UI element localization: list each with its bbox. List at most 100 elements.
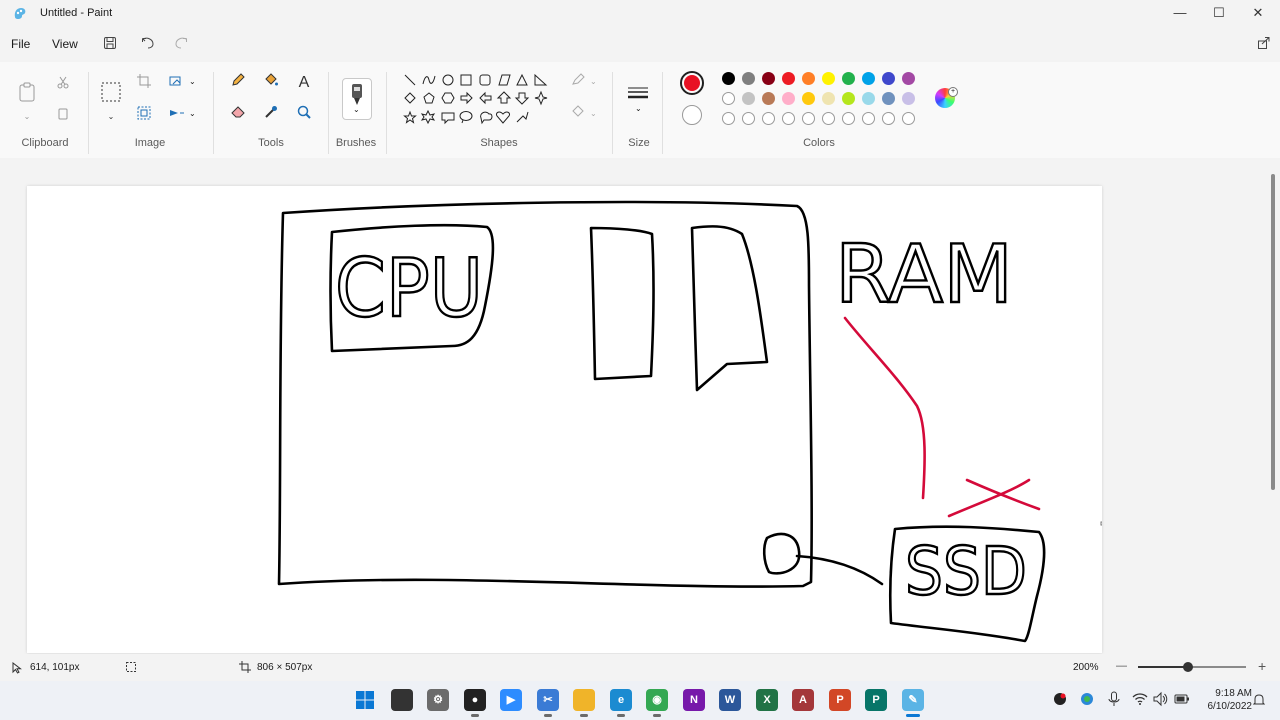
ribbon-divider: [386, 72, 387, 154]
canvas-resize-handle[interactable]: [1100, 521, 1102, 526]
pencil-button[interactable]: [227, 72, 249, 94]
fill-shape-button[interactable]: [567, 104, 589, 126]
custom-color-slot[interactable]: [742, 112, 755, 125]
fill-button[interactable]: [260, 72, 282, 94]
chrome-icon[interactable]: ◉: [646, 689, 668, 711]
color-swatch[interactable]: [762, 92, 775, 105]
crop-button[interactable]: [133, 72, 155, 94]
color-swatch[interactable]: [742, 72, 755, 85]
brushes-button[interactable]: ⌄: [342, 78, 372, 120]
rotate-chevron-icon[interactable]: ⌄: [189, 109, 196, 118]
color-swatch[interactable]: [842, 92, 855, 105]
clock-time[interactable]: 9:18 AM: [1200, 688, 1252, 699]
obs-icon[interactable]: ●: [464, 689, 486, 711]
color-swatch[interactable]: [862, 92, 875, 105]
outline-chevron-icon[interactable]: ⌄: [590, 77, 597, 86]
microphone-icon[interactable]: [1107, 691, 1121, 710]
select-chevron-icon[interactable]: ⌄: [100, 106, 122, 128]
battery-icon[interactable]: [1173, 691, 1191, 710]
zoom-in-button[interactable]: +: [1258, 658, 1266, 674]
color-swatch[interactable]: [762, 72, 775, 85]
settings-icon[interactable]: ⚙: [427, 689, 449, 711]
file-menu[interactable]: File: [11, 37, 30, 51]
vertical-scrollbar[interactable]: [1271, 174, 1275, 490]
color-picker-button[interactable]: [260, 104, 282, 126]
color-swatch[interactable]: [782, 92, 795, 105]
file-explorer-icon[interactable]: [391, 689, 413, 711]
custom-color-slot[interactable]: [882, 112, 895, 125]
color-swatch[interactable]: [862, 72, 875, 85]
select-button[interactable]: [99, 81, 123, 105]
minimize-button[interactable]: —: [1160, 0, 1200, 26]
custom-color-slot[interactable]: [722, 112, 735, 125]
onenote-icon[interactable]: N: [683, 689, 705, 711]
close-button[interactable]: ✕: [1238, 0, 1278, 26]
save-button[interactable]: [99, 33, 121, 53]
paint-icon[interactable]: ✎: [902, 689, 924, 711]
color-swatch[interactable]: [722, 92, 735, 105]
clock-date[interactable]: 6/10/2022: [1196, 701, 1253, 712]
share-button[interactable]: [1253, 33, 1275, 53]
color-swatch[interactable]: [882, 92, 895, 105]
redo-button[interactable]: [170, 33, 192, 53]
undo-button[interactable]: [137, 33, 159, 53]
custom-color-slot[interactable]: [762, 112, 775, 125]
color-swatch[interactable]: [902, 92, 915, 105]
primary-color-button[interactable]: [680, 71, 704, 95]
notification-icon[interactable]: [1252, 693, 1266, 710]
excel-icon[interactable]: X: [756, 689, 778, 711]
custom-color-slot[interactable]: [902, 112, 915, 125]
color-swatch[interactable]: [822, 72, 835, 85]
color-swatch[interactable]: [882, 72, 895, 85]
word-icon[interactable]: W: [719, 689, 741, 711]
view-menu[interactable]: View: [52, 37, 78, 51]
custom-color-slot[interactable]: [782, 112, 795, 125]
resize-chevron-icon[interactable]: ⌄: [189, 77, 196, 86]
powerpoint-icon[interactable]: P: [829, 689, 851, 711]
zoom-slider-thumb[interactable]: [1182, 662, 1193, 672]
edge-icon[interactable]: e: [610, 689, 632, 711]
rotate-button[interactable]: [166, 104, 188, 126]
color-swatch[interactable]: [722, 72, 735, 85]
volume-icon[interactable]: [1152, 691, 1168, 710]
zoom-level[interactable]: 200%: [1073, 662, 1099, 673]
color-swatch[interactable]: [842, 72, 855, 85]
secondary-color-button[interactable]: [682, 105, 702, 125]
publisher-icon[interactable]: P: [865, 689, 887, 711]
folder-icon[interactable]: [573, 689, 595, 711]
maximize-button[interactable]: ☐: [1199, 0, 1239, 26]
tray-app-icon[interactable]: [1079, 691, 1095, 710]
custom-color-slot[interactable]: [822, 112, 835, 125]
cut-button[interactable]: [52, 73, 74, 95]
custom-color-slot[interactable]: [862, 112, 875, 125]
eraser-button[interactable]: [227, 104, 249, 126]
color-swatch[interactable]: [782, 72, 795, 85]
drawing-canvas[interactable]: CPU RAM SSD: [27, 186, 1102, 653]
resize-button[interactable]: [166, 72, 188, 94]
size-button[interactable]: ⌄: [626, 84, 652, 116]
copy-button[interactable]: [52, 104, 74, 126]
color-swatch[interactable]: [902, 72, 915, 85]
fill-shape-chevron-icon[interactable]: ⌄: [590, 109, 597, 118]
snipping-tool-icon[interactable]: ✂: [537, 689, 559, 711]
zoom-icon[interactable]: ▶: [500, 689, 522, 711]
start-icon[interactable]: [354, 689, 376, 711]
magnifier-button[interactable]: [293, 104, 315, 126]
paste-button[interactable]: [15, 81, 39, 105]
outline-button[interactable]: [567, 72, 589, 94]
color-swatch[interactable]: [822, 92, 835, 105]
zoom-out-button[interactable]: —: [1116, 660, 1127, 672]
color-swatch[interactable]: [802, 92, 815, 105]
custom-color-slot[interactable]: [842, 112, 855, 125]
text-button[interactable]: A: [293, 72, 315, 94]
paste-chevron-icon[interactable]: ⌄: [16, 106, 38, 128]
image-select-button[interactable]: [133, 104, 155, 126]
access-icon[interactable]: A: [792, 689, 814, 711]
stroke-size-icon: [628, 87, 648, 99]
custom-color-slot[interactable]: [802, 112, 815, 125]
edit-colors-button[interactable]: +: [935, 87, 958, 108]
color-swatch[interactable]: [742, 92, 755, 105]
tray-app-icon[interactable]: [1052, 691, 1068, 710]
wifi-icon[interactable]: [1132, 691, 1148, 710]
color-swatch[interactable]: [802, 72, 815, 85]
